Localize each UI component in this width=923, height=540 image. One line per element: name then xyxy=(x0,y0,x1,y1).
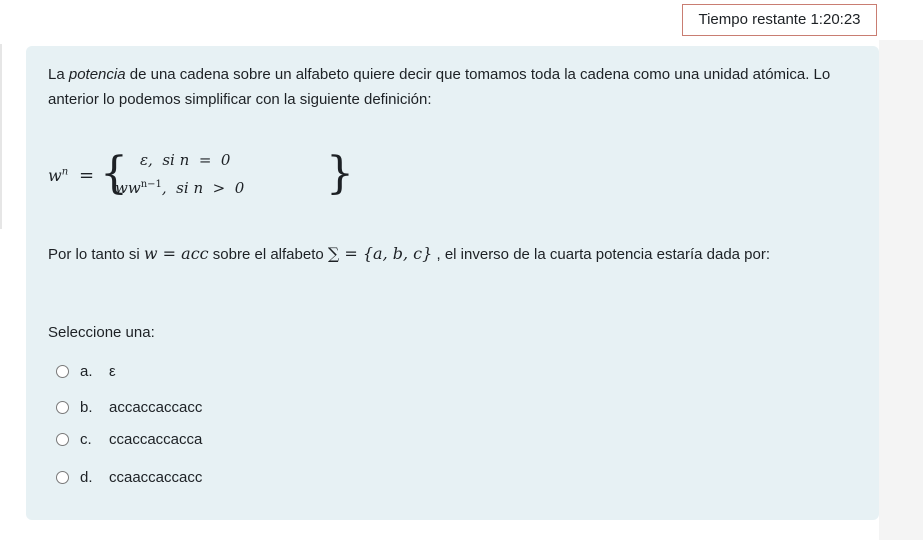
intro-text-1: La xyxy=(48,66,69,83)
option-letter: d. xyxy=(80,468,93,486)
answer-option-a[interactable]: a. ε xyxy=(56,360,116,382)
radio-button[interactable] xyxy=(56,470,69,484)
question-intro: La potencia de una cadena sobre un alfab… xyxy=(48,62,848,112)
option-text: ccaaccaccacc xyxy=(109,468,203,486)
answer-option-b[interactable]: b. accaccaccacc xyxy=(56,396,202,418)
radio-button[interactable] xyxy=(56,400,69,414)
option-letter: c. xyxy=(80,430,92,448)
select-one-label: Seleccione una: xyxy=(48,324,155,341)
option-text: ccaccaccacca xyxy=(109,430,203,448)
intro-emphasis: potencia xyxy=(68,66,126,83)
question-prompt: Por lo tanto si w = acc sobre el alfabet… xyxy=(48,244,771,263)
string-definition: w = acc xyxy=(143,244,209,263)
formula-case-2: wwn−1, si n > 0 xyxy=(115,179,245,197)
left-panel-edge xyxy=(0,44,2,229)
answer-option-c[interactable]: c. ccaccaccacca xyxy=(56,428,202,450)
right-brace: } xyxy=(326,148,354,199)
power-definition-formula: wn = { ε, si n = 0 wwn−1, si n > 0 } xyxy=(48,148,354,204)
formula-case-1: ε, si n = 0 xyxy=(140,151,231,169)
option-letter: b. xyxy=(80,398,93,416)
radio-button[interactable] xyxy=(56,364,69,378)
option-text: ε xyxy=(109,362,116,380)
answer-option-d[interactable]: d. ccaaccaccacc xyxy=(56,466,202,488)
option-text: accaccaccacc xyxy=(109,398,203,416)
time-remaining: Tiempo restante 1:20:23 xyxy=(682,4,877,36)
option-letter: a. xyxy=(80,362,93,380)
right-scroll-area xyxy=(879,40,923,540)
intro-text-2: de una cadena sobre un alfabeto quiere d… xyxy=(48,66,831,108)
alphabet-definition: ∑ = {a, b, c} xyxy=(327,244,433,263)
radio-button[interactable] xyxy=(56,432,69,446)
formula-equals: = xyxy=(79,165,95,186)
formula-lhs: wn xyxy=(48,166,69,185)
